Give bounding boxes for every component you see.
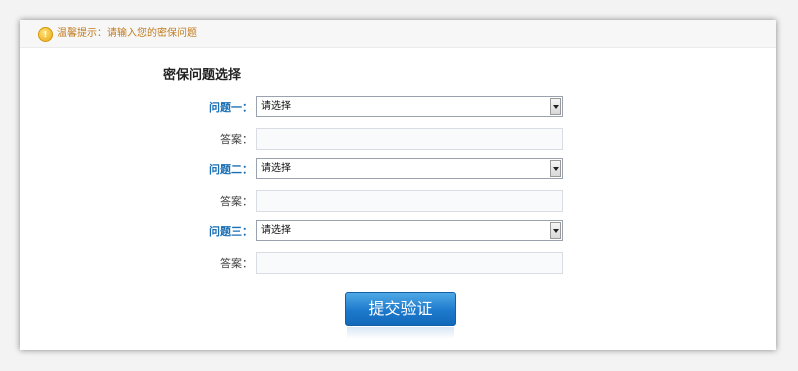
question-1-select[interactable]: 请选择 — [256, 96, 563, 117]
question-2-selected: 请选择 — [261, 163, 291, 174]
question-3-selected: 请选择 — [261, 225, 291, 236]
answer-1-label: 答案： — [220, 133, 253, 146]
question-2-select[interactable]: 请选择 — [256, 158, 563, 179]
security-question-panel: ! 温馨提示：请输入您的密保问题 密保问题选择 问题一： 请选择 答案： 问题二… — [20, 20, 776, 350]
tip-text: 温馨提示：请输入您的密保问题 — [57, 28, 197, 39]
chevron-down-icon[interactable] — [550, 222, 561, 239]
chevron-down-icon[interactable] — [550, 160, 561, 177]
question-1-selected: 请选择 — [261, 101, 291, 112]
submit-verify-button[interactable]: 提交验证 — [345, 292, 456, 326]
answer-3-label: 答案： — [220, 257, 253, 270]
tip-bar: ! 温馨提示：请输入您的密保问题 — [20, 20, 776, 48]
answer-2-field[interactable] — [256, 190, 563, 212]
answer-3-field[interactable] — [256, 252, 563, 274]
question-3-label: 问题三： — [209, 225, 253, 238]
section-title: 密保问题选择 — [163, 68, 242, 83]
answer-2-label: 答案： — [220, 195, 253, 208]
question-1-label: 问题一： — [209, 101, 253, 114]
answer-1-field[interactable] — [256, 128, 563, 150]
question-3-select[interactable]: 请选择 — [256, 220, 563, 241]
button-reflection — [347, 327, 454, 339]
question-2-label: 问题二： — [209, 163, 253, 176]
chevron-down-icon[interactable] — [550, 98, 561, 115]
info-icon: ! — [38, 27, 53, 42]
